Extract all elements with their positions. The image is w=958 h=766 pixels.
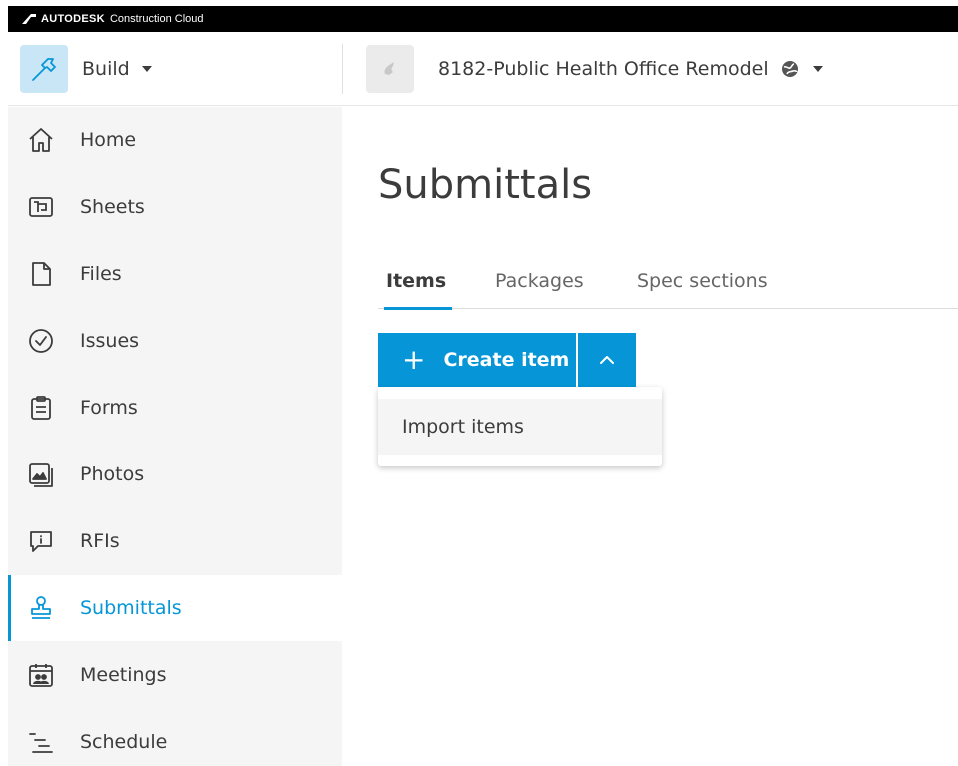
brand-product: Construction Cloud [109,13,204,25]
sidebar-item-label: Photos [80,463,145,486]
chevron-up-icon [600,356,614,364]
brand-name: AUTODESK [41,13,105,25]
stamp-icon [26,593,56,623]
sidebar-item-issues[interactable]: Issues [8,307,342,374]
app-switcher[interactable]: Build [8,32,342,106]
chevron-down-icon [141,66,152,72]
brand: AUTODESK Construction Cloud [22,13,204,25]
globe-icon [781,61,798,77]
app-header: Build 8182-Public Health Office Remodel [8,32,958,106]
sidebar-item-submittals[interactable]: Submittals [8,574,342,642]
sidebar-item-label: Home [80,129,137,152]
project-thumbnail [366,45,414,93]
sidebar-item-label: Issues [80,329,140,352]
file-icon [26,259,56,289]
create-item-button[interactable]: + Create item [378,333,576,387]
autodesk-logo-icon [22,14,36,24]
project-placeholder-icon [384,62,394,75]
sidebar-item-schedule[interactable]: Schedule [8,708,342,766]
issues-check-icon [26,326,56,356]
sidebar-item-rfis[interactable]: RFIs [8,508,342,575]
project-switcher[interactable]: 8182-Public Health Office Remodel [366,32,823,106]
create-item-menu-toggle[interactable] [578,333,636,387]
rfi-speech-icon [26,526,56,556]
top-brand-bar: AUTODESK Construction Cloud [8,6,958,32]
sidebar-item-label: Sheets [80,196,145,219]
sidebar-item-home[interactable]: Home [8,107,342,174]
sidebar-item-label: Meetings [80,663,167,686]
create-item-dropdown: Import items [378,387,662,466]
sidebar-item-forms[interactable]: Forms [8,374,342,441]
page-title: Submittals [378,162,593,208]
sidebar-item-meetings[interactable]: Meetings [8,641,342,708]
tab-spec-sections[interactable]: Spec sections [637,270,768,309]
sidebar-item-label: Submittals [80,596,182,619]
home-icon [26,125,56,155]
app-label: Build [82,58,130,80]
tab-packages[interactable]: Packages [495,270,584,309]
clipboard-icon [26,393,56,423]
sidebar-item-label: Schedule [80,730,168,753]
create-item-label: Create item [443,349,570,371]
tab-items[interactable]: Items [383,270,453,310]
plus-icon: + [402,343,426,376]
chevron-down-icon [812,66,823,72]
sidebar-item-label: Files [80,262,122,285]
sheets-icon [26,192,56,222]
photos-icon [26,459,56,489]
header-divider [342,44,343,94]
sidebar-item-label: Forms [80,396,138,419]
sidebar-item-label: RFIs [80,530,120,553]
sidebar-item-files[interactable]: Files [8,241,342,308]
tab-bar: Items Packages Spec sections [378,256,958,310]
import-items-menu-item[interactable]: Import items [378,399,662,455]
schedule-icon [26,727,56,757]
sidebar-item-sheets[interactable]: Sheets [8,174,342,241]
calendar-people-icon [26,660,56,690]
sidebar-nav: Home Sheets Files Issues Forms Photos RF… [8,107,342,766]
sidebar-item-photos[interactable]: Photos [8,441,342,508]
hammer-icon [20,45,68,93]
project-name: 8182-Public Health Office Remodel [438,58,769,80]
